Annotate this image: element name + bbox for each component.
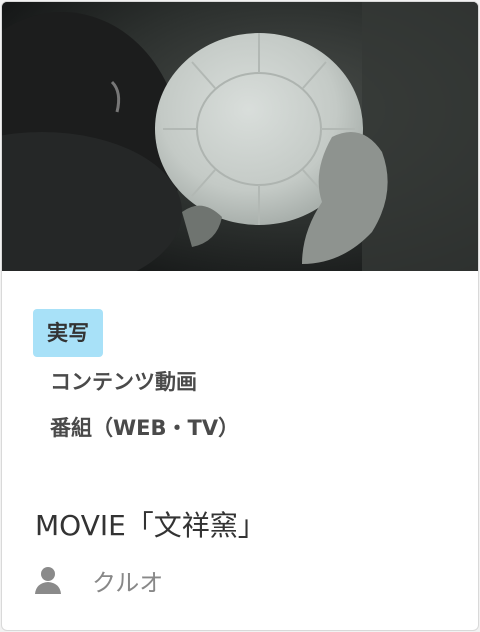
person-icon (35, 567, 61, 594)
category-tag[interactable]: 実写 (33, 309, 103, 357)
category-label-program[interactable]: 番組（WEB・TV） (50, 412, 239, 442)
author-name[interactable]: クルオ (92, 563, 163, 598)
author[interactable]: クルオ (32, 562, 163, 598)
content-card[interactable]: 実写 コンテンツ動画 番組（WEB・TV） MOVIE「文祥窯」 クルオ (1, 1, 479, 631)
thumbnail-image[interactable] (2, 2, 478, 271)
card-title[interactable]: MOVIE「文祥窯」 (35, 504, 266, 544)
category-label-content-video[interactable]: コンテンツ動画 (50, 366, 197, 396)
